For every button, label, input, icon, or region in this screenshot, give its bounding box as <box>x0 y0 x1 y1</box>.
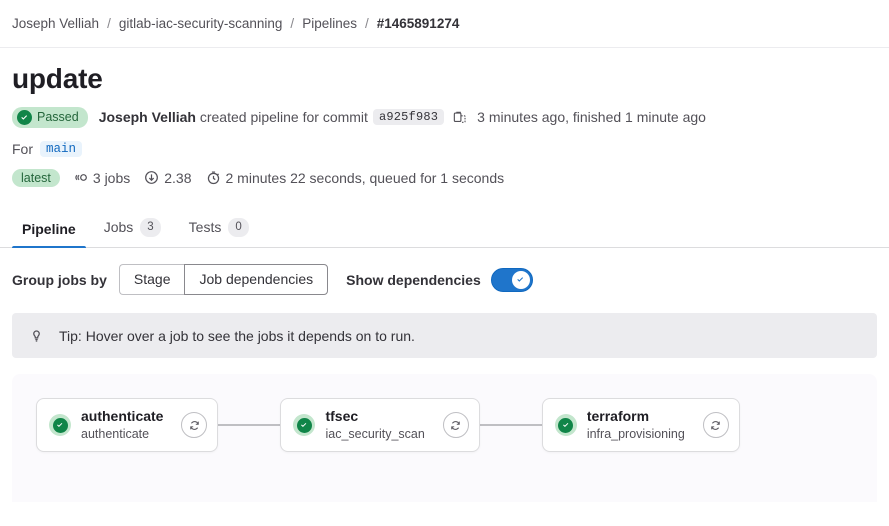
latest-badge: latest <box>12 168 60 187</box>
job-stage: iac_security_scan <box>325 427 425 442</box>
job-card-authenticate[interactable]: authenticate authenticate <box>36 398 219 453</box>
tab-jobs[interactable]: Jobs 3 <box>94 218 171 247</box>
job-name: tfsec <box>325 407 359 424</box>
show-dependencies-toggle[interactable] <box>490 267 533 292</box>
tip-text: Tip: Hover over a job to see the jobs it… <box>59 327 415 344</box>
graph-controls: Group jobs by Stage Job dependencies Sho… <box>0 248 889 296</box>
page-title: update <box>12 63 103 94</box>
pipeline-page: Joseph Velliah / gitlab-iac-security-sca… <box>0 0 889 526</box>
pipeline-jobs-icon <box>73 170 88 185</box>
group-jobs-by-segmented-control: Stage Job dependencies <box>118 263 329 296</box>
job-stage: authenticate <box>81 427 150 442</box>
job-card-tfsec[interactable]: tfsec iac_security_scan <box>280 398 480 453</box>
tab-jobs-count: 3 <box>140 218 161 237</box>
segment-stage[interactable]: Stage <box>118 263 185 296</box>
job-text: tfsec iac_security_scan <box>325 408 424 443</box>
breadcrumb-item-current: #1465891274 <box>376 16 460 31</box>
pipeline-author[interactable]: Joseph Velliah <box>99 109 196 125</box>
job-name: terraform <box>586 407 650 424</box>
job-status-success-icon <box>49 414 71 437</box>
pipeline-graph: authenticate authenticate tfsec iac_secu… <box>12 374 877 503</box>
pipeline-graph-row: authenticate authenticate tfsec iac_secu… <box>12 374 877 453</box>
breadcrumb-item-project[interactable]: gitlab-iac-security-scanning <box>119 16 283 31</box>
pipeline-ref-row: For main <box>12 140 877 157</box>
pipeline-action-text: created pipeline for commit <box>199 109 368 126</box>
status-badge: Passed <box>12 106 88 128</box>
group-jobs-by-label: Group jobs by <box>12 271 107 288</box>
retry-icon[interactable] <box>181 412 208 439</box>
tab-tests[interactable]: Tests 0 <box>179 218 259 247</box>
tab-pipeline-label: Pipeline <box>22 220 76 237</box>
jobs-count-item: 3 jobs <box>73 170 130 186</box>
job-name: authenticate <box>81 407 164 424</box>
lightbulb-icon <box>28 327 45 344</box>
job-stage: infra_provisioning <box>586 427 685 442</box>
duration-item: 2 minutes 22 seconds, queued for 1 secon… <box>206 169 505 186</box>
breadcrumb-separator: / <box>290 16 295 31</box>
breadcrumb-item-user[interactable]: Joseph Velliah <box>12 16 99 31</box>
pipeline-tabs: Pipeline Jobs 3 Tests 0 <box>0 207 889 248</box>
graph-connector <box>218 424 281 427</box>
breadcrumb: Joseph Velliah / gitlab-iac-security-sca… <box>0 0 889 48</box>
check-circle-icon <box>17 109 32 125</box>
for-label: For <box>12 140 33 157</box>
status-badge-label: Passed <box>37 110 79 125</box>
job-status-success-icon <box>554 414 577 437</box>
duration-text: 2 minutes 22 seconds, queued for 1 secon… <box>225 169 505 186</box>
breadcrumb-item-pipelines[interactable]: Pipelines <box>302 16 357 31</box>
tab-tests-label: Tests <box>188 219 222 236</box>
pipeline-timing: 3 minutes ago, finished 1 minute ago <box>477 109 706 126</box>
tab-tests-count: 0 <box>228 218 249 237</box>
ci-score-icon <box>144 170 159 185</box>
copy-icon[interactable] <box>450 108 468 126</box>
segment-job-dependencies[interactable]: Job dependencies <box>184 263 329 296</box>
toggle-knob <box>511 270 530 289</box>
breadcrumb-separator: / <box>107 16 111 31</box>
tab-jobs-label: Jobs <box>103 219 134 236</box>
ci-score-item: 2.38 <box>144 169 192 186</box>
tip-banner: Tip: Hover over a job to see the jobs it… <box>12 313 877 359</box>
pipeline-status-row: Passed Joseph Velliah created pipeline f… <box>12 106 877 128</box>
jobs-count-text: 3 jobs <box>92 169 131 186</box>
branch-chip[interactable]: main <box>40 140 83 157</box>
pipeline-meta-row: latest 3 jobs 2.38 2 minutes 22 seconds,… <box>12 168 877 187</box>
timer-icon <box>206 170 221 185</box>
breadcrumb-separator: / <box>364 16 369 31</box>
tab-pipeline[interactable]: Pipeline <box>12 220 86 248</box>
retry-icon[interactable] <box>442 412 469 439</box>
job-card-terraform[interactable]: terraform infra_provisioning <box>541 398 740 453</box>
job-status-success-icon <box>293 414 316 437</box>
job-text: terraform infra_provisioning <box>587 408 685 443</box>
show-dependencies-label: Show dependencies <box>346 271 481 288</box>
job-text: authenticate authenticate <box>81 408 163 443</box>
graph-connector <box>479 424 542 427</box>
ci-score-text: 2.38 <box>164 169 192 186</box>
commit-sha[interactable]: a925f983 <box>372 109 445 126</box>
pipeline-header: update Passed Joseph Velliah created pip… <box>0 48 889 187</box>
retry-icon[interactable] <box>702 412 729 439</box>
